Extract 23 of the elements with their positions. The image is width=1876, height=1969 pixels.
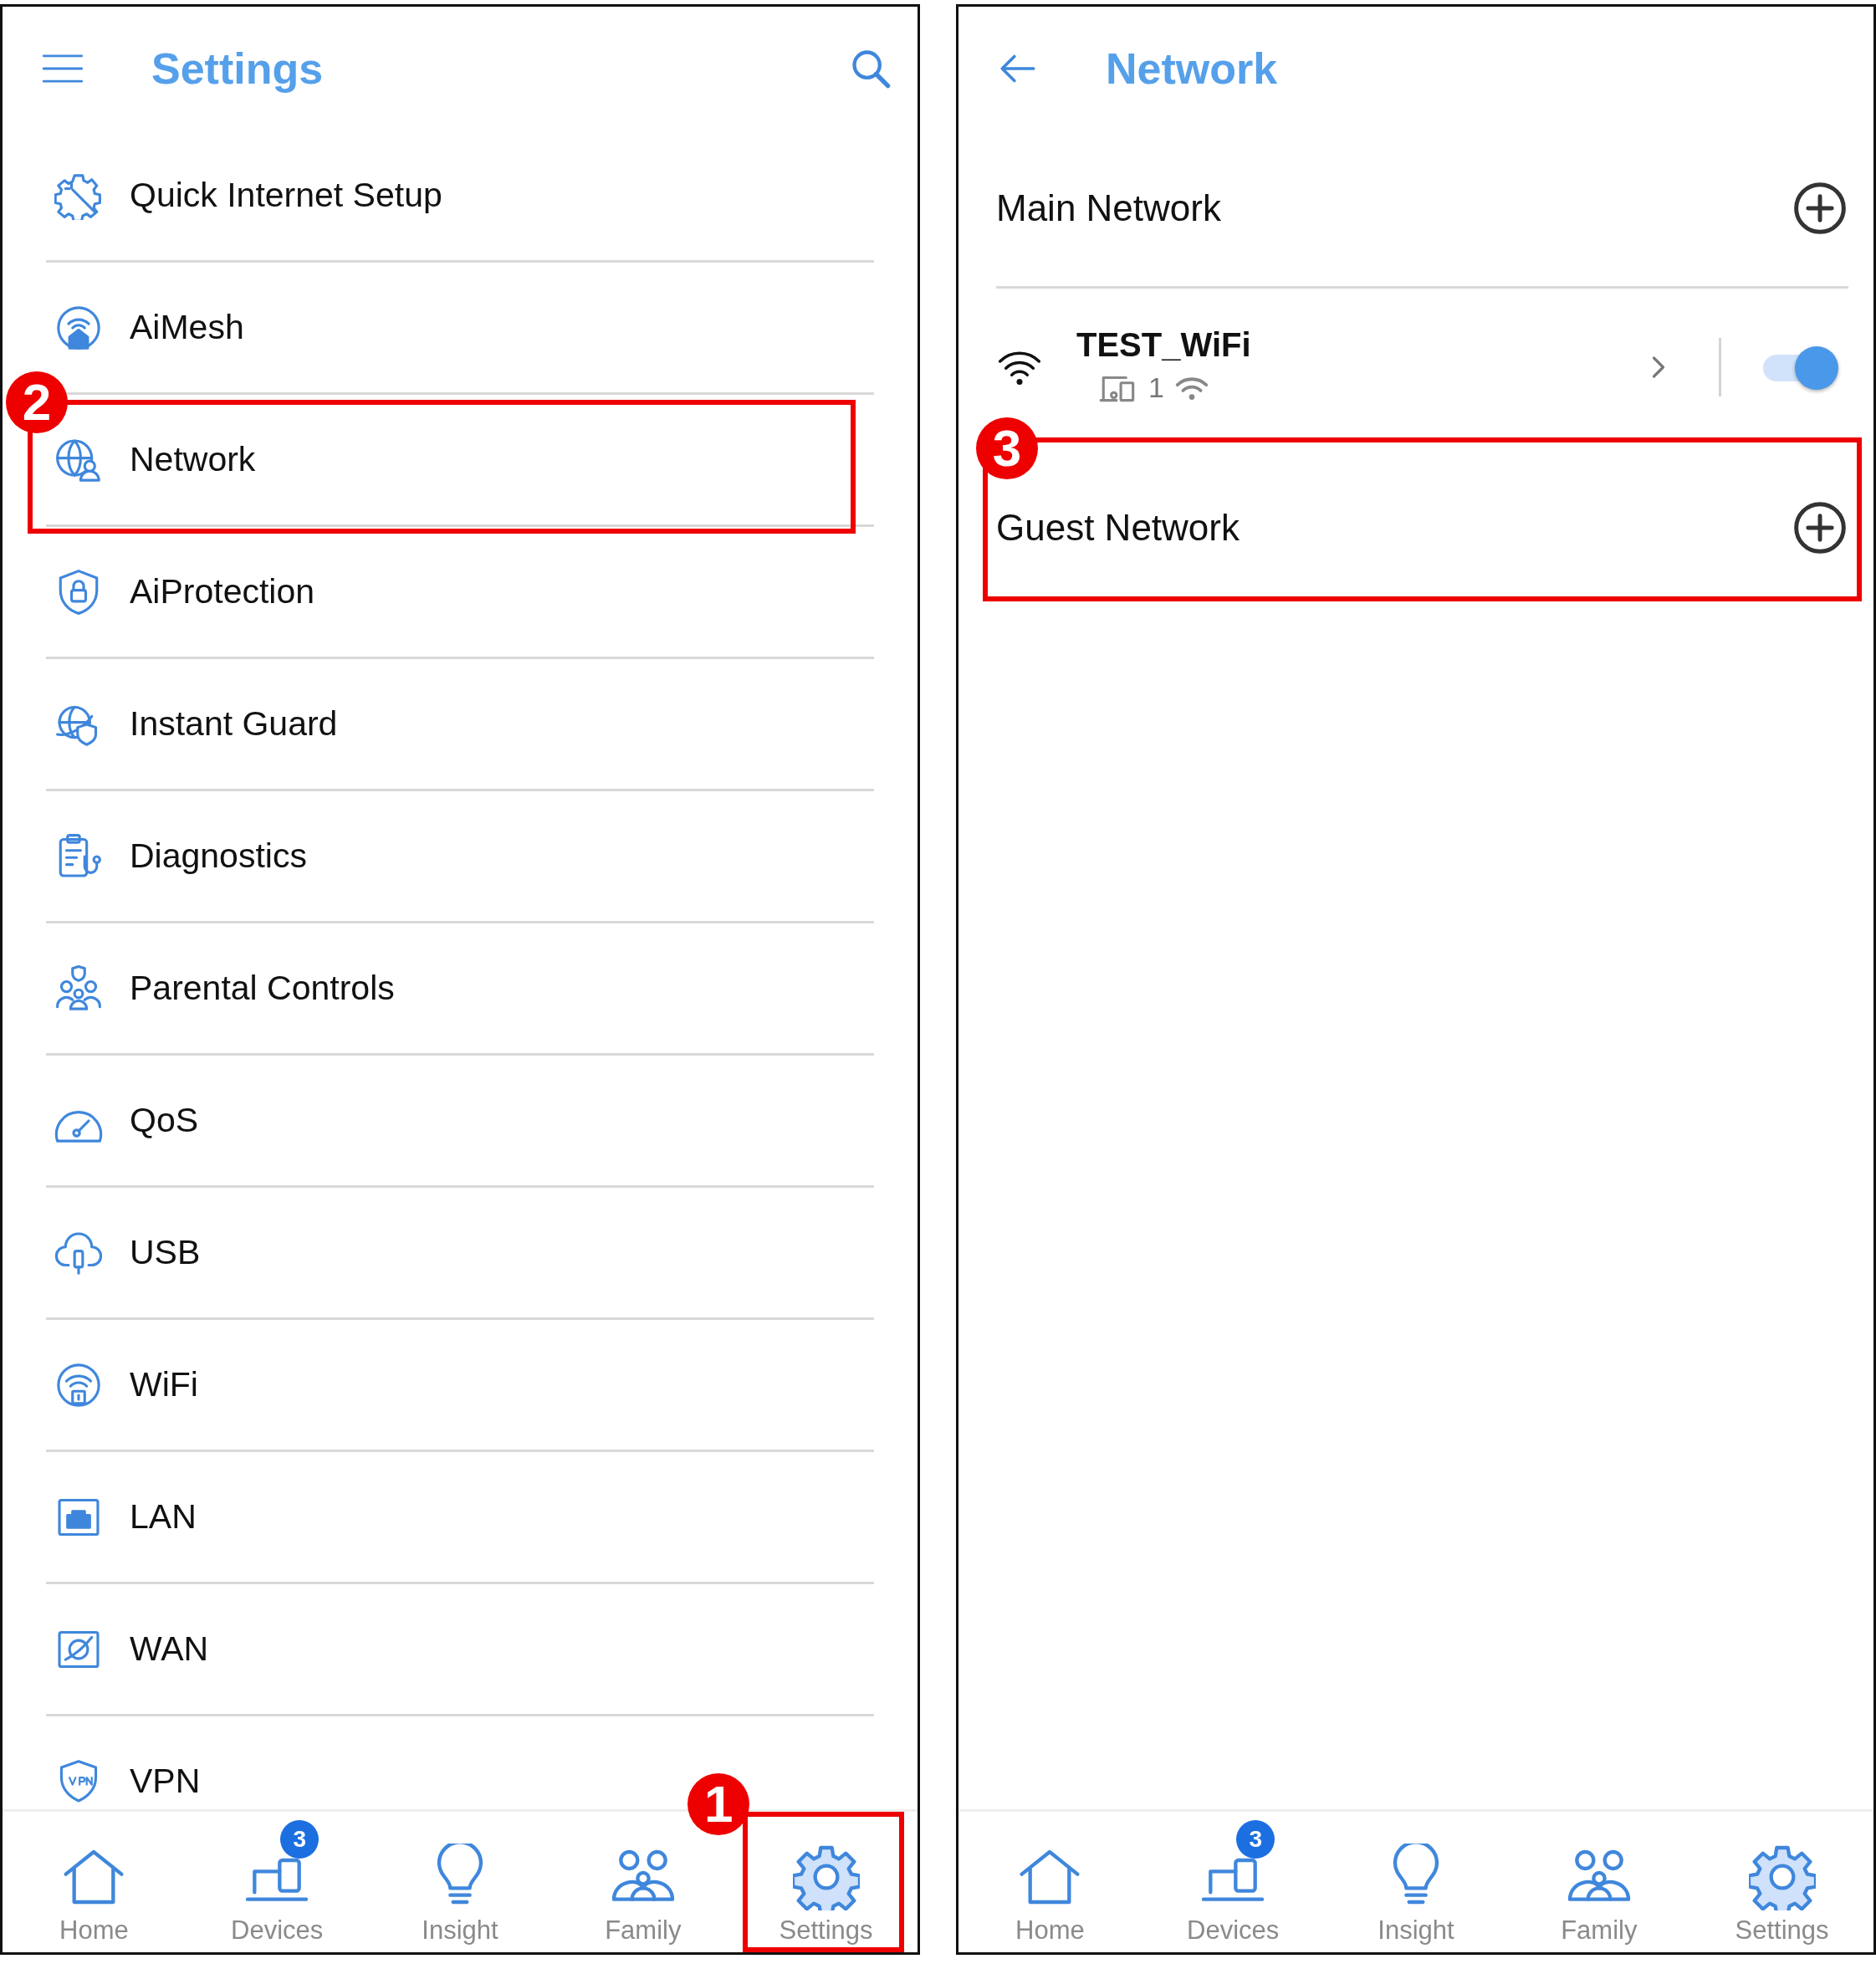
step-number: 3 xyxy=(976,417,1038,479)
screen-title: Settings xyxy=(151,43,325,94)
settings-item[interactable]: WAN xyxy=(46,1584,874,1716)
network-name: TEST_WiFi xyxy=(1076,325,1252,364)
step-number: 2 xyxy=(6,371,68,433)
section-title: Guest Network xyxy=(996,507,1240,549)
nav-tab[interactable]: Devices 3 xyxy=(1162,1812,1305,1952)
settings-item[interactable]: Diagnostics xyxy=(46,791,874,923)
screen-title: Network xyxy=(1106,43,1279,94)
settings-item[interactable]: Parental Controls xyxy=(46,923,874,1056)
settings-item[interactable]: LAN xyxy=(46,1452,874,1584)
settings-item[interactable]: Instant Guard xyxy=(46,659,874,791)
settings-item[interactable]: QoS xyxy=(46,1056,874,1188)
count-badge: 3 xyxy=(280,1820,319,1859)
settings-item[interactable]: Quick Internet Setup xyxy=(46,130,874,263)
settings-item[interactable]: WiFi xyxy=(46,1320,874,1452)
settings-item[interactable]: AiProtection xyxy=(46,527,874,659)
section-title: Main Network xyxy=(996,187,1222,229)
settings-item[interactable]: USB xyxy=(46,1188,874,1320)
nav-tab[interactable]: Devices 3 xyxy=(206,1812,349,1952)
step-number: 1 xyxy=(688,1773,750,1835)
client-count: 1 xyxy=(1148,371,1164,404)
count-badge: 3 xyxy=(1236,1820,1275,1859)
